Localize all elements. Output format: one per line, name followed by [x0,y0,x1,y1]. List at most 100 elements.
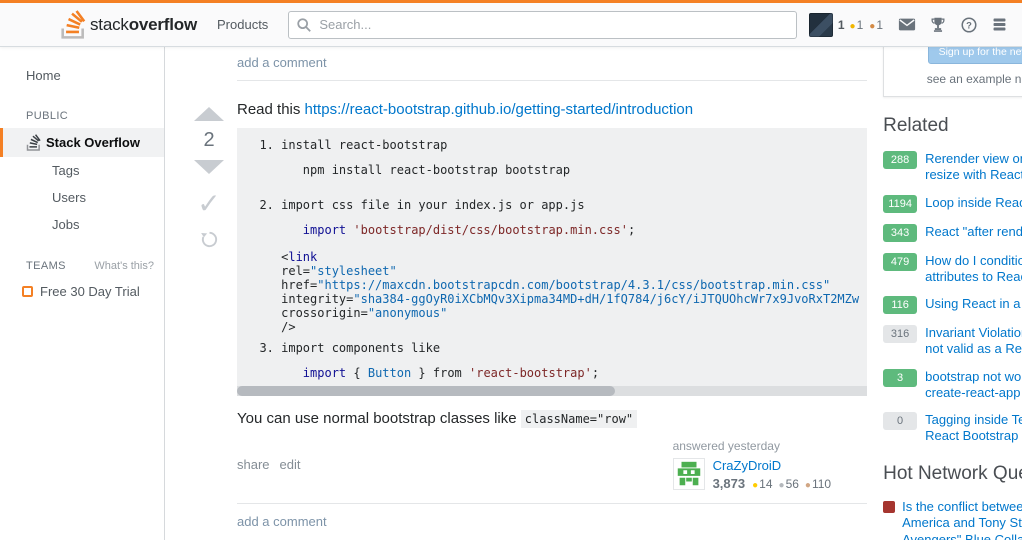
code-block: 1. install react-bootstrap npm install r… [245,138,859,380]
site-icon [883,501,895,513]
stackoverflow-mini-icon [26,134,41,151]
sidebar-item-stack-overflow[interactable]: Stack Overflow [0,128,164,157]
related-question-row: 316 Invariant Violation: Objects are not … [883,325,1022,358]
related-vote-count: 116 [883,296,917,314]
comments-section-top: add a comment [237,51,867,81]
answered-time: answered yesterday [673,439,832,453]
related-vote-count: 288 [883,151,917,169]
upvote-arrow-icon[interactable] [194,107,224,121]
teams-label: TEAMS [26,260,66,272]
gold-badge: ●1 [850,18,864,32]
related-vote-count: 3 [883,369,917,387]
accept-answer-check-icon[interactable]: ✓ [197,190,220,218]
user-profile[interactable]: 1 ●1●1 [809,13,883,37]
code-line: crossorigin="anonymous" [245,306,859,320]
svg-text:?: ? [966,20,972,31]
whats-this-link[interactable]: What's this? [94,260,154,272]
gold-badge-icon: ● [752,480,758,491]
logo-text-overflow: overflow [129,15,197,34]
silver-badge: ●56 [779,477,799,491]
sidebar-item-users[interactable]: Users [0,184,164,211]
newsletter-signup-button[interactable]: Sign up for the newsletter [928,47,1022,64]
related-question-link[interactable]: React "after render" code? [925,224,1022,240]
sidebar-item-jobs[interactable]: Jobs [0,211,164,238]
page-content: Home PUBLIC Stack Overflow Tags Users Jo… [0,47,1022,540]
hot-network-questions-heading: Hot Network Questions [883,463,1022,485]
teams-icon [22,286,33,297]
products-menu[interactable]: Products [205,17,280,32]
related-question-link[interactable]: Rerender view on browser resize with Rea… [925,151,1022,184]
code-line: rel="stylesheet" [245,264,859,278]
reputation-score: 1 [838,18,845,32]
sidebar-item-label: Stack Overflow [46,135,140,150]
search-input[interactable] [288,11,797,39]
code-line: integrity="sha384-ggOyR0iXCbMQv3Xipma34M… [245,292,859,306]
left-navigation-sidebar: Home PUBLIC Stack Overflow Tags Users Jo… [0,47,165,540]
related-question-link[interactable]: bootstrap not working within my create-r… [925,369,1022,402]
code-line: npm install react-bootstrap bootstrap [245,163,859,177]
newsletter-example-link[interactable]: see an example newsletter [894,72,1022,86]
search-icon [296,17,312,36]
related-vote-count: 1194 [883,195,917,213]
related-question-link[interactable]: Tagging inside Text Area in React Bootst… [925,412,1022,445]
related-vote-count: 343 [883,224,917,242]
code-line: <link [245,250,859,264]
related-vote-count: 316 [883,325,917,343]
revision-history-icon[interactable] [200,230,219,249]
gold-badge-icon: ● [850,21,856,32]
related-question-row: 3 bootstrap not working within my create-… [883,369,1022,402]
post-menu: share edit [237,439,301,491]
answer-intro-link[interactable]: https://react-bootstrap.github.io/gettin… [305,101,694,118]
answerer-signature-card: answered yesterday [673,439,832,491]
code-line: /> [245,320,859,334]
share-link[interactable]: share [237,457,270,491]
user-avatar[interactable] [809,13,833,37]
related-question-link[interactable]: Using React in a multi-page app [925,296,1022,312]
logo-text-stack: stack [90,15,129,34]
related-question-row: 479How do I conditionally add attributes… [883,253,1022,286]
related-question-row: 288 Rerender view on browser resize with … [883,151,1022,184]
add-comment-link-bottom[interactable]: add a comment [237,514,327,529]
hot-list: Is the conflict between Captain America … [883,499,1022,540]
achievements-trophy-icon[interactable] [929,16,947,34]
answerer-avatar[interactable] [673,458,705,490]
code-line: 1. install react-bootstrap [245,138,859,152]
answer-body: Read this https://react-bootstrap.github… [237,81,867,540]
answerer-username-link[interactable]: CraZyDroiD [713,458,832,473]
sidebar-section-public: PUBLIC [0,104,164,128]
site-switcher-icon[interactable] [991,16,1008,33]
vote-column: 2 ✓ [181,81,237,540]
newsletter-signup-module: Sign up for the newsletter see an exampl… [883,47,1022,97]
code-horizontal-scrollbar [237,386,867,396]
top-navigation-bar: stackoverflow Products 1 ●1●1 ? [0,0,1022,47]
related-question-link[interactable]: Invariant Violation: Objects are not val… [925,325,1022,358]
sidebar-item-home[interactable]: Home [0,63,164,88]
answerer-stats: 3,873 ●14●56●110 [713,476,832,491]
hot-question-link[interactable]: Is the conflict between Captain America … [902,499,1022,540]
related-heading: Related [883,115,1022,137]
code-scrollbar-thumb[interactable] [237,386,615,396]
related-list: 288 Rerender view on browser resize with … [883,151,1022,445]
sidebar-item-tags[interactable]: Tags [0,157,164,184]
search-container [288,11,797,39]
inbox-icon[interactable] [898,17,916,32]
edit-link[interactable]: edit [280,457,301,491]
code-line: import 'bootstrap/dist/css/bootstrap.min… [245,223,859,237]
code-snippet-block: 1. install react-bootstrap npm install r… [237,128,867,396]
answer-outro-text: You can use normal bootstrap classes lik… [237,410,521,427]
comments-section-bottom: add a comment [237,504,867,540]
related-question-link[interactable]: Loop inside React JSX [925,195,1022,211]
right-sidebar: Sign up for the newsletter see an exampl… [883,47,1022,540]
code-line: href="https://maxcdn.bootstrapcdn.com/bo… [245,278,859,292]
answer: 2 ✓ Read this https://react-bootstrap.gi… [181,81,867,540]
code-line: import { Button } from 'react-bootstrap'… [245,366,859,380]
related-vote-count: 0 [883,412,917,430]
sidebar-item-free-trial[interactable]: Free 30 Day Trial [0,278,164,305]
help-icon[interactable]: ? [960,16,978,34]
gold-badge: ●14 [752,477,772,491]
related-question-link[interactable]: How do I conditionally add attributes to… [925,253,1022,286]
add-comment-link-top[interactable]: add a comment [237,55,327,70]
related-question-row: 0 Tagging inside Text Area in React Boots… [883,412,1022,445]
downvote-arrow-icon[interactable] [194,160,224,174]
stackoverflow-logo[interactable]: stackoverflow [52,10,205,39]
